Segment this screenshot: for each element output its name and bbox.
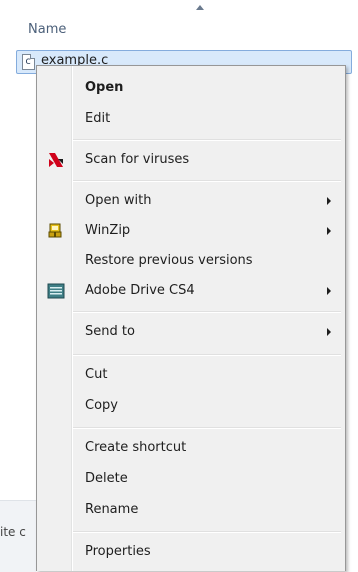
menu-separator: [73, 180, 341, 182]
menu-item-open[interactable]: Open: [37, 74, 345, 102]
menu-item-label: Edit: [85, 111, 111, 126]
menu-item-winzip[interactable]: WinZip: [37, 217, 345, 245]
kaspersky-icon: [47, 151, 65, 169]
menu-item-open-with[interactable]: Open with: [37, 187, 345, 215]
menu-separator: [73, 427, 341, 429]
menu-item-label: Rename: [85, 502, 139, 517]
menu-item-label: Delete: [85, 471, 128, 486]
menu-item-label: Copy: [85, 398, 118, 413]
context-menu: Open Edit Scan for viruses Open with Win…: [36, 65, 346, 571]
menu-item-label: Open with: [85, 193, 152, 208]
menu-item-rename[interactable]: Rename: [37, 496, 345, 524]
menu-item-properties[interactable]: Properties: [37, 538, 345, 566]
menu-item-label: Open: [85, 80, 124, 95]
menu-separator: [73, 139, 341, 141]
submenu-arrow-icon: [327, 197, 331, 205]
menu-item-adobe-drive-cs4[interactable]: Adobe Drive CS4: [37, 277, 345, 305]
winzip-icon: [47, 222, 65, 240]
menu-item-label: Properties: [85, 544, 151, 559]
file-icon-glyph: c: [25, 56, 32, 67]
adobe-drive-icon: [47, 282, 65, 300]
menu-item-label: Scan for viruses: [85, 152, 190, 167]
submenu-arrow-icon: [327, 227, 331, 235]
menu-separator: [73, 311, 341, 313]
column-header-bar: Name: [0, 0, 358, 40]
menu-item-create-shortcut[interactable]: Create shortcut: [37, 434, 345, 462]
menu-item-scan-for-viruses[interactable]: Scan for viruses: [37, 146, 345, 174]
menu-item-cut[interactable]: Cut: [37, 361, 345, 389]
submenu-arrow-icon: [327, 328, 331, 336]
menu-separator: [73, 354, 341, 356]
menu-item-label: Send to: [85, 324, 135, 339]
menu-item-label: Create shortcut: [85, 440, 187, 455]
menu-item-send-to[interactable]: Send to: [37, 318, 345, 346]
c-source-file-icon: c: [22, 54, 35, 70]
menu-item-restore-previous-versions[interactable]: Restore previous versions: [37, 247, 345, 275]
submenu-arrow-icon: [327, 287, 331, 295]
menu-item-edit[interactable]: Edit: [37, 105, 345, 133]
menu-item-label: Restore previous versions: [85, 253, 253, 268]
sort-ascending-icon: [196, 5, 204, 10]
details-pane-text: ite c: [0, 525, 26, 539]
menu-item-label: Cut: [85, 367, 108, 382]
column-header-name[interactable]: Name: [28, 22, 66, 37]
menu-separator: [73, 531, 341, 533]
menu-item-label: Adobe Drive CS4: [85, 283, 195, 298]
menu-item-copy[interactable]: Copy: [37, 392, 345, 420]
menu-item-delete[interactable]: Delete: [37, 465, 345, 493]
menu-item-label: WinZip: [85, 223, 131, 238]
